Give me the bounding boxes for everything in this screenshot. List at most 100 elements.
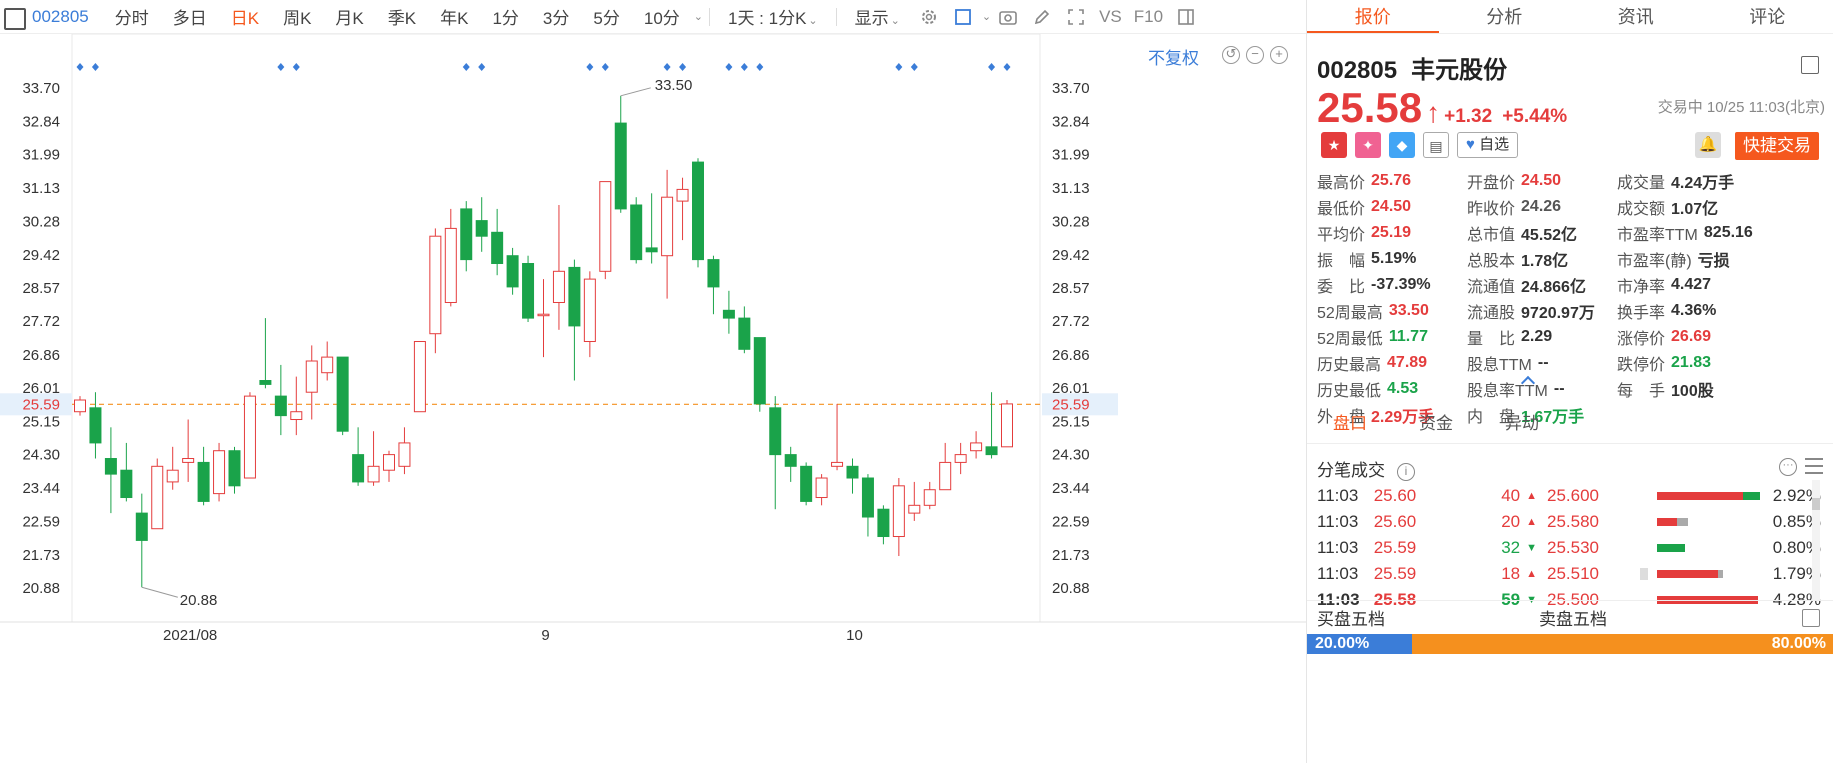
fullscreen-icon[interactable] [1065, 7, 1087, 27]
trade-time: 11:03 [1317, 486, 1359, 505]
panel-tab[interactable]: 分析 [1439, 0, 1571, 33]
quick-trade-button[interactable]: 快捷交易 [1735, 132, 1819, 160]
stat-item: 历史最高 47.89 [1317, 350, 1467, 376]
undo-icon[interactable]: ↺ [1222, 46, 1240, 64]
panel-tab[interactable]: 资讯 [1570, 0, 1702, 33]
stat-item: 市盈率(静) 亏损 [1617, 246, 1827, 272]
period-tab[interactable]: 10分 [632, 4, 692, 29]
stat-item: 涨停价 26.69 [1617, 324, 1827, 350]
zoom-out-icon[interactable]: − [1246, 46, 1264, 64]
period-select[interactable]: 1天 : 1分K ⌄ [716, 4, 830, 29]
high-annotation-line [620, 87, 651, 97]
more-icon[interactable]: ··· [1779, 458, 1797, 476]
kline-chart-svg[interactable]: 33.70 33.70 32.84 32.84 31.99 31.99 31.13 31.13… [0, 34, 1306, 763]
period-tab[interactable]: 周K [271, 4, 323, 29]
order-book-tab[interactable]: 盘口 [1307, 404, 1393, 443]
quote-panel: 报价 分析 资讯 评论 002805 丰元股份 25.58 ↑ +1.32 +5.44%… [1306, 0, 1833, 763]
compare-button[interactable]: VS [1093, 7, 1128, 27]
trades-header: 分笔成交 i ··· [1317, 456, 1827, 481]
display-menu[interactable]: 显示 ⌄ [843, 4, 912, 29]
candle-body [661, 196, 674, 257]
panel-tab[interactable]: 评论 [1702, 0, 1833, 33]
x-tick-label: 10 [846, 627, 863, 644]
stock-title: 002805 丰元股份 [1317, 50, 1507, 85]
stat-value: 5.19% [1371, 250, 1417, 267]
chevron-down-icon[interactable]: ⌄ [982, 10, 991, 23]
divider [709, 7, 710, 26]
candle-body [877, 508, 890, 538]
depth-price: 25.600 [1547, 486, 1599, 505]
panel-tab[interactable]: 报价 [1307, 0, 1439, 33]
trade-volume: 18 [1501, 564, 1521, 583]
y-tick-label-left: 31.99 [22, 147, 60, 164]
chart-toolbar: 002805 分时 多日 日K 周K 月K 季K 年K 1分 3分 5分 10分 ⌄ 1天 : 1分… [0, 0, 1306, 34]
add-watchlist-button[interactable]: ♥ 自选 [1457, 132, 1519, 158]
bookmark-icon[interactable]: ▤ [1423, 132, 1449, 158]
candle-body [290, 411, 303, 421]
info-icon[interactable]: i [1397, 462, 1415, 481]
period-tab[interactable]: 季K [376, 4, 428, 29]
candle-body [352, 454, 365, 483]
adjust-price-button[interactable]: 不复权 [1148, 44, 1199, 69]
sidebar-toggle-icon[interactable] [1175, 7, 1197, 27]
running-person-icon[interactable]: ✦ [1355, 132, 1381, 158]
zoom-in-icon[interactable]: + [1270, 46, 1288, 64]
depth-bar [1657, 544, 1685, 552]
tag-icon[interactable]: ◆ [1389, 132, 1415, 158]
candle-body [970, 442, 983, 452]
period-tab[interactable]: 月K [323, 4, 375, 29]
order-book-tab[interactable]: 资金 [1393, 404, 1479, 443]
trade-row: 11:03 25.60 20 ▲ [1317, 509, 1537, 535]
list-view-icon[interactable] [1805, 458, 1823, 474]
bid-ratio-bar: 20.00% [1307, 634, 1413, 654]
period-tab[interactable]: 1分 [480, 4, 530, 29]
period-tab[interactable]: 3分 [531, 4, 581, 29]
price-depth-list: 25.600 2.92% 25.580 0.85% 25.530 0.80% 25.510 1… [1547, 483, 1827, 613]
price-row: 25.58 ↑ +1.32 +5.44% [1317, 84, 1577, 132]
period-tab[interactable]: 年K [428, 4, 480, 29]
scrollbar[interactable] [1812, 480, 1820, 600]
period-tab[interactable]: 5分 [581, 4, 631, 29]
y-tick-label-right: 24.30 [1052, 447, 1090, 464]
stat-label: 涨停价 [1617, 331, 1666, 348]
period-tab[interactable]: 日K [219, 4, 271, 29]
detail-toggle-icon[interactable] [1801, 56, 1819, 74]
order-book-tab[interactable]: 异动 [1479, 404, 1565, 443]
kline-chart[interactable]: 33.70 33.70 32.84 32.84 31.99 31.99 31.13 31.13… [0, 34, 1306, 763]
trade-volume: 40 [1501, 486, 1521, 505]
triangle-up-icon: ▲ [1526, 516, 1537, 528]
candle-body [537, 313, 550, 317]
camera-icon[interactable] [997, 7, 1019, 27]
candle-body [769, 407, 782, 456]
stat-value: 9720.97万 [1521, 305, 1595, 322]
candle-body [336, 356, 349, 432]
f10-button[interactable]: F10 [1128, 7, 1169, 27]
gear-icon[interactable] [918, 7, 940, 27]
indicator-box-icon[interactable] [952, 7, 974, 27]
y-tick-label-right: 29.42 [1052, 247, 1090, 264]
period-tab[interactable]: 分时 [103, 4, 161, 29]
stat-item: 股息TTM -- [1467, 350, 1617, 376]
stat-value: -37.39% [1371, 276, 1431, 293]
stat-item: 市盈率TTM 825.16 [1617, 220, 1827, 246]
candle-body [383, 454, 395, 471]
stat-label: 流通股 [1467, 305, 1516, 322]
candle-body [800, 465, 813, 502]
y-tick-label-left: 28.57 [22, 280, 60, 297]
event-marker-icon [277, 63, 285, 71]
period-tab[interactable]: 多日 [161, 4, 219, 29]
settings-icon[interactable] [1802, 609, 1820, 627]
stat-item: 开盘价 24.50 [1467, 168, 1617, 194]
candle-body [738, 317, 751, 350]
stat-label: 市盈率TTM [1617, 227, 1698, 244]
candle-body [491, 231, 504, 265]
stat-label: 成交量 [1617, 175, 1666, 192]
candle-body [892, 485, 905, 538]
chevron-down-icon[interactable]: ⌄ [694, 10, 703, 23]
bell-icon[interactable]: 🔔 [1695, 132, 1721, 158]
current-price-label-right: 25.59 [1052, 396, 1090, 413]
trade-time: 11:03 [1317, 564, 1359, 583]
stat-value: 21.83 [1671, 354, 1712, 371]
pencil-icon[interactable] [1031, 7, 1053, 27]
stock-code-tab[interactable]: 002805 [0, 7, 103, 30]
